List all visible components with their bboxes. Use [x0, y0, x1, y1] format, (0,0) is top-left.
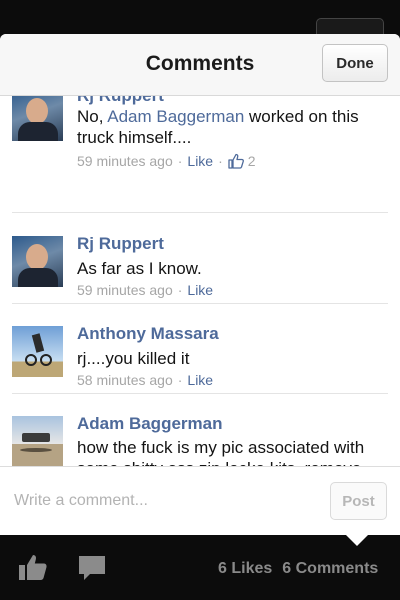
comment-item: Adam Baggerman how the fuck is my pic as… [0, 414, 400, 466]
mention-link[interactable]: Adam Baggerman [107, 107, 244, 126]
comment-time: 58 minutes ago [77, 372, 173, 388]
avatar[interactable] [12, 416, 63, 466]
avatar[interactable] [12, 236, 63, 287]
like-count: 2 [247, 153, 256, 169]
post-button[interactable]: Post [330, 482, 387, 520]
comment-author[interactable]: Adam Baggerman [77, 414, 222, 434]
comment-composer: Post [0, 466, 400, 535]
comment-author[interactable]: Rj Ruppert [77, 96, 164, 106]
comment-meta: 58 minutes ago · Like [77, 372, 214, 388]
comment-time: 59 minutes ago [77, 153, 173, 169]
done-button[interactable]: Done [322, 44, 388, 82]
like-link[interactable]: Like [187, 153, 213, 169]
comment-input[interactable] [14, 487, 314, 515]
comment-author[interactable]: Anthony Massara [77, 324, 219, 344]
comment-meta: 59 minutes ago · Like [77, 282, 214, 298]
bottom-action-bar: 6 Likes 6 Comments [0, 540, 400, 600]
comment-text: As far as I know. [77, 259, 202, 278]
comment-author[interactable]: Rj Ruppert [77, 234, 164, 254]
divider [12, 212, 388, 213]
divider [12, 303, 388, 304]
comment-time: 59 minutes ago [77, 282, 173, 298]
avatar[interactable] [12, 96, 63, 141]
comment-list[interactable]: Rj Ruppert No, Adam Baggerman worked on … [0, 96, 400, 466]
likes-count[interactable]: 6 Likes [218, 560, 272, 577]
comment-text: No, Adam Baggerman worked on this truck … [77, 107, 359, 147]
thumbs-up-icon[interactable] [18, 552, 48, 582]
comment-item: Rj Ruppert No, Adam Baggerman worked on … [0, 96, 400, 180]
like-link[interactable]: Like [187, 282, 213, 298]
divider [12, 393, 388, 394]
comment-meta: 59 minutes ago · Like · 2 [77, 153, 256, 169]
post-stats: 6 Likes 6 Comments [218, 560, 388, 578]
comments-count[interactable]: 6 Comments [282, 560, 378, 577]
thumbs-up-icon [228, 153, 244, 169]
comments-modal: Comments Done Rj Ruppert No, Adam Bagger… [0, 34, 400, 535]
modal-header: Comments Done [0, 34, 400, 96]
avatar[interactable] [12, 326, 63, 377]
comment-text: rj....you killed it [77, 349, 190, 368]
speech-bubble-icon[interactable] [78, 554, 106, 582]
comment-text: how the fuck is my pic associated with s… [77, 438, 365, 466]
comment-item: Rj Ruppert As far as I know. 59 minutes … [0, 234, 400, 306]
comment-item: Anthony Massara rj....you killed it 58 m… [0, 324, 400, 396]
like-link[interactable]: Like [187, 372, 213, 388]
